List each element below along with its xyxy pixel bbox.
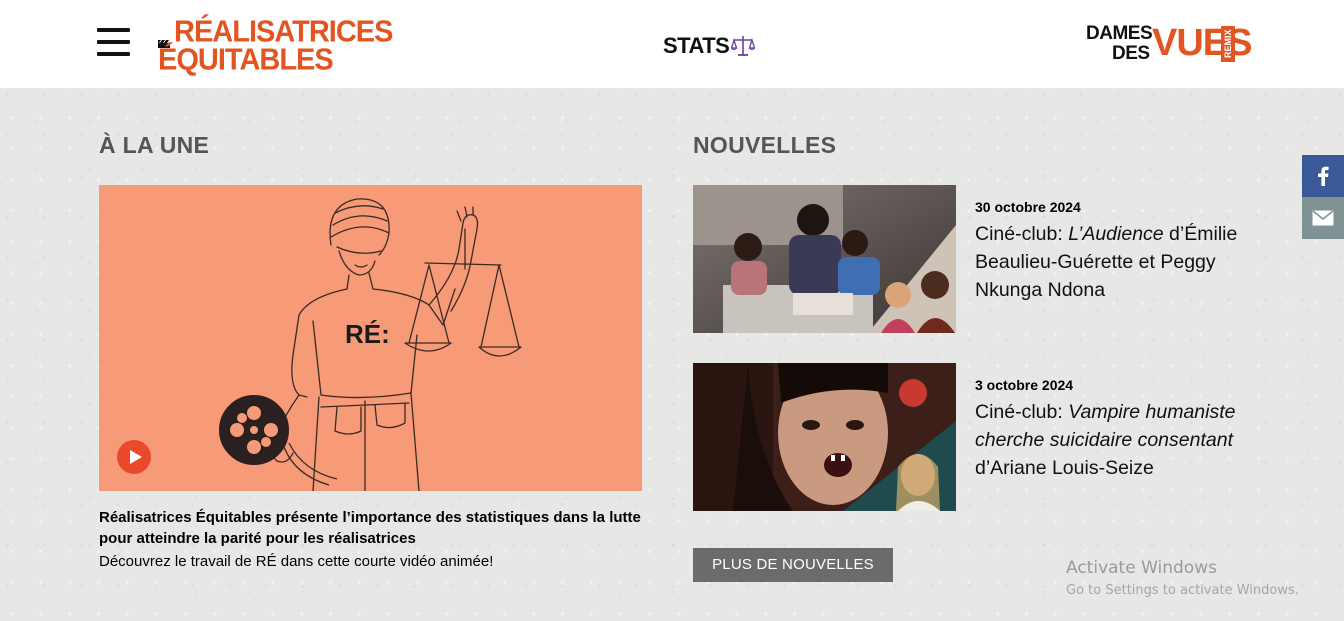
email-share-button[interactable] bbox=[1302, 197, 1344, 239]
realisatrices-equitables-logo[interactable]: RÉALISATRICES ÉQUITABLES bbox=[158, 16, 393, 77]
partner-word-2: DES bbox=[1112, 43, 1150, 64]
news-photo-vampire bbox=[693, 363, 956, 511]
news-section-title: NOUVELLES bbox=[693, 132, 837, 158]
logo-line-2: ÉQUITABLES bbox=[158, 43, 334, 77]
more-news-button[interactable]: PLUS DE NOUVELLES bbox=[693, 548, 893, 582]
mail-icon bbox=[1312, 210, 1334, 226]
shirt-logo: RÉ: bbox=[345, 319, 390, 349]
menu-icon[interactable] bbox=[97, 28, 130, 58]
news-date-2: 3 octobre 2024 bbox=[975, 377, 1074, 393]
activation-watermark-sub: Go to Settings to activate Windows. bbox=[1066, 583, 1299, 598]
news-prefix-1: Ciné-club: bbox=[975, 223, 1069, 245]
news-film-title-1: L’Audience bbox=[1068, 223, 1164, 245]
dames-des-vues-logo[interactable]: DAMES DES VUES REMIX bbox=[1086, 22, 1252, 66]
news-title-1[interactable]: Ciné-club: L’Audience d’Émilie Beaulieu-… bbox=[975, 220, 1245, 304]
activation-watermark-title: Activate Windows bbox=[1066, 558, 1217, 578]
featured-section-title: À LA UNE bbox=[99, 132, 210, 158]
featured-caption-title[interactable]: Réalisatrices Équitables présente l’impo… bbox=[99, 507, 659, 549]
stats-label: STATS bbox=[663, 33, 730, 58]
news-title-2[interactable]: Ciné-club: Vampire humaniste cherche sui… bbox=[975, 398, 1245, 482]
partner-word-1: DAMES bbox=[1086, 23, 1153, 44]
news-image-1[interactable] bbox=[693, 185, 956, 333]
news-image-2[interactable] bbox=[693, 363, 956, 511]
facebook-share-button[interactable] bbox=[1302, 155, 1344, 197]
featured-caption-sub: Découvrez le travail de RÉ dans cette co… bbox=[99, 553, 494, 570]
site-header: RÉALISATRICES ÉQUITABLES STATS DAMES DES… bbox=[0, 0, 1344, 88]
facebook-icon bbox=[1318, 166, 1329, 186]
stats-link[interactable]: STATS bbox=[663, 33, 756, 59]
partner-word-3: VUES bbox=[1152, 22, 1252, 64]
play-icon[interactable] bbox=[117, 440, 151, 474]
justice-illustration: RÉ: bbox=[219, 198, 522, 491]
news-suffix-2: d’Ariane Louis-Seize bbox=[975, 457, 1154, 479]
partner-tag: REMIX bbox=[1221, 26, 1235, 62]
scales-icon bbox=[731, 36, 756, 56]
news-photo-family bbox=[693, 185, 956, 333]
film-reel-icon bbox=[219, 395, 338, 486]
featured-video[interactable]: RÉ: bbox=[99, 185, 642, 491]
news-prefix-2: Ciné-club: bbox=[975, 401, 1069, 423]
news-date-1: 30 octobre 2024 bbox=[975, 199, 1081, 215]
